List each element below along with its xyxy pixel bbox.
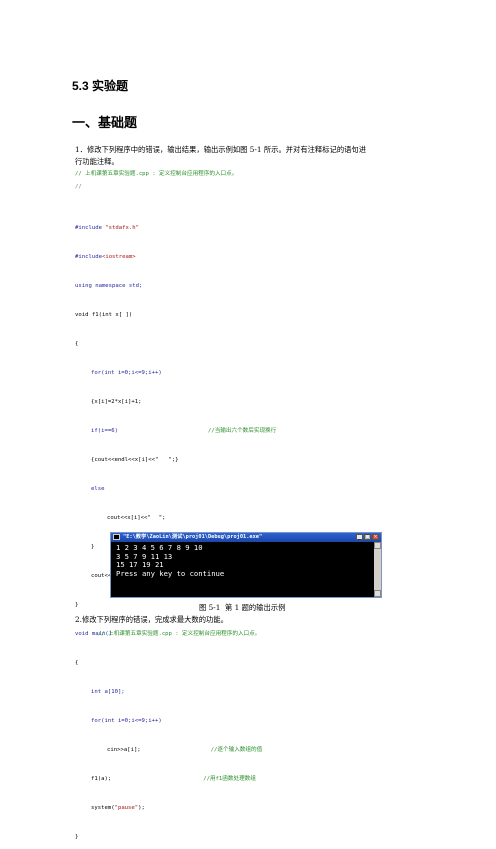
code-line: if(i==6)//当输出六个数后实现换行 xyxy=(91,428,277,434)
code-line: for(int i=0;i<=9;i++) xyxy=(91,718,162,724)
code-line: {cout<<endl<<x[i]<<" ";} xyxy=(91,457,179,463)
question-2: 2.修改下列程序的错误，完成求最大数的功能。 xyxy=(75,615,228,624)
code-comment-1: // 上机课第五章实验题.cpp : 定义控制台应用程序的入口点。 xyxy=(75,171,238,177)
console-title: "E:\教学\ZaoLin\测试\proj01\Debug\proj01.exe… xyxy=(123,534,263,540)
code-line: {x[i]=2*x[i]+1; xyxy=(91,399,142,405)
section-title: 5.3 实验题 xyxy=(72,79,129,93)
code-line: for(int i=0;i<=9;i++) xyxy=(91,370,162,376)
code-block: #include "stdafx.h" #include<iostream> u… xyxy=(75,208,276,849)
console-scrollbar[interactable] xyxy=(374,542,381,597)
code-line: cin>>a[i];//逐个输入数组的值 xyxy=(107,747,263,753)
code-line: #include<iostream> xyxy=(75,254,136,260)
code-line: } xyxy=(75,834,79,840)
code-line: cout<<x[i]<<" "; xyxy=(107,515,166,521)
console-output: 1 2 3 4 5 6 7 8 9 10 3 5 7 9 11 13 15 17… xyxy=(116,543,225,578)
code-line: else xyxy=(91,486,105,492)
scroll-up-arrow-icon[interactable] xyxy=(374,542,381,549)
question-1-line-1: 1．修改下列程序中的错误，输出结果，输出示例如图 5-1 所示。并对有注释标记的… xyxy=(75,145,367,154)
console-app-icon xyxy=(113,534,120,540)
scroll-down-arrow-icon[interactable] xyxy=(374,590,381,597)
code-line: using namespace std; xyxy=(75,283,143,289)
maximize-button[interactable]: □ xyxy=(364,534,371,540)
code-line: system("pause"); xyxy=(91,805,145,811)
figure-caption: 图 5-1 第 1 题的输出示例 xyxy=(199,603,286,612)
question-1-line-2: 行功能注释。 xyxy=(75,157,119,166)
question-2-code-comment: // 上机课第五章实验题.cpp : 定义控制台应用程序的入口点。 xyxy=(98,631,261,637)
part-title: 一、基础题 xyxy=(72,116,138,131)
code-line: void f1(int x[ ]) xyxy=(75,312,133,318)
code-line: int a[10]; xyxy=(91,689,125,695)
console-window: "E:\教学\ZaoLin\测试\proj01\Debug\proj01.exe… xyxy=(110,532,382,598)
code-comment-2: // xyxy=(75,184,82,190)
code-line: #include "stdafx.h" xyxy=(75,225,139,231)
close-button[interactable]: × xyxy=(372,534,379,540)
code-line: f1(a);//用f1函数处理数组 xyxy=(91,776,256,782)
console-line: Press any key to continue xyxy=(116,568,225,578)
minimize-button[interactable]: _ xyxy=(356,534,363,540)
console-titlebar: "E:\教学\ZaoLin\测试\proj01\Debug\proj01.exe… xyxy=(111,533,381,542)
code-line: { xyxy=(75,341,79,347)
code-line: { xyxy=(75,660,79,666)
